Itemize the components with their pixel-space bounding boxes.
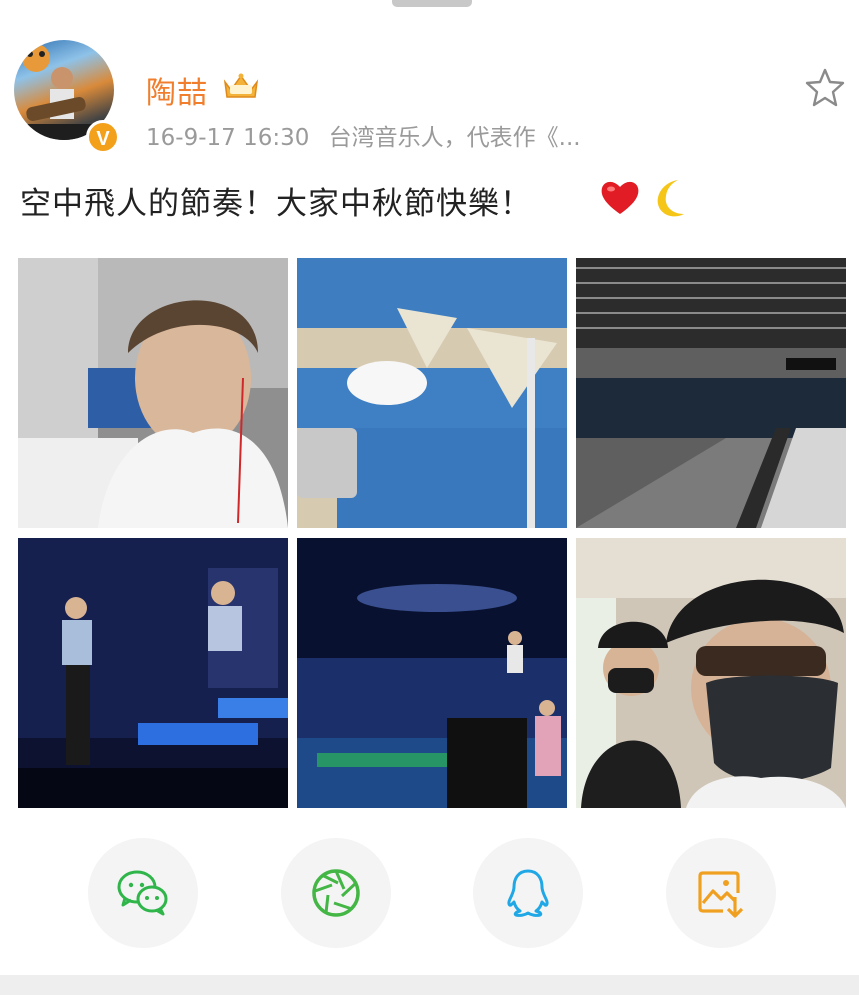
post-timestamp: 16-9-17 16:30 [146, 125, 310, 151]
crescent-moon-emoji [657, 180, 684, 217]
username[interactable]: 陶喆 [146, 68, 208, 112]
save-image-button[interactable] [666, 838, 776, 948]
wechat-share-button[interactable] [88, 838, 198, 948]
photo-selfie-train-berth[interactable] [18, 258, 288, 528]
bottom-divider [0, 975, 859, 995]
avatar[interactable]: V [14, 40, 120, 154]
favorite-star-icon[interactable] [804, 66, 846, 108]
moments-share-button[interactable] [281, 838, 391, 948]
photo-stadium-concert[interactable] [297, 538, 567, 808]
wechat-icon [117, 870, 168, 916]
qq-penguin-icon [507, 869, 549, 917]
verified-badge-icon: V [86, 120, 120, 154]
photo-train-sleeper-berth[interactable] [297, 258, 567, 528]
photo-grid [18, 258, 846, 808]
post-meta: 16-9-17 16:30 台湾音乐人，代表作《... [146, 118, 593, 152]
vip-crown-icon [223, 73, 259, 98]
moments-shutter-icon [312, 869, 360, 917]
photo-car-selfie-masks[interactable] [576, 538, 846, 808]
post-text: 空中飛人的節奏！大家中秋節快樂！ [20, 186, 532, 222]
share-bar [0, 838, 859, 948]
drag-handle[interactable] [392, 0, 472, 7]
qq-share-button[interactable] [473, 838, 583, 948]
photo-concert-stage-singer[interactable] [18, 538, 288, 808]
user-bio: 台湾音乐人，代表作《... [328, 125, 581, 151]
heart-emoji [601, 181, 639, 214]
photo-station-escalator[interactable] [576, 258, 846, 528]
save-image-icon [698, 871, 744, 918]
